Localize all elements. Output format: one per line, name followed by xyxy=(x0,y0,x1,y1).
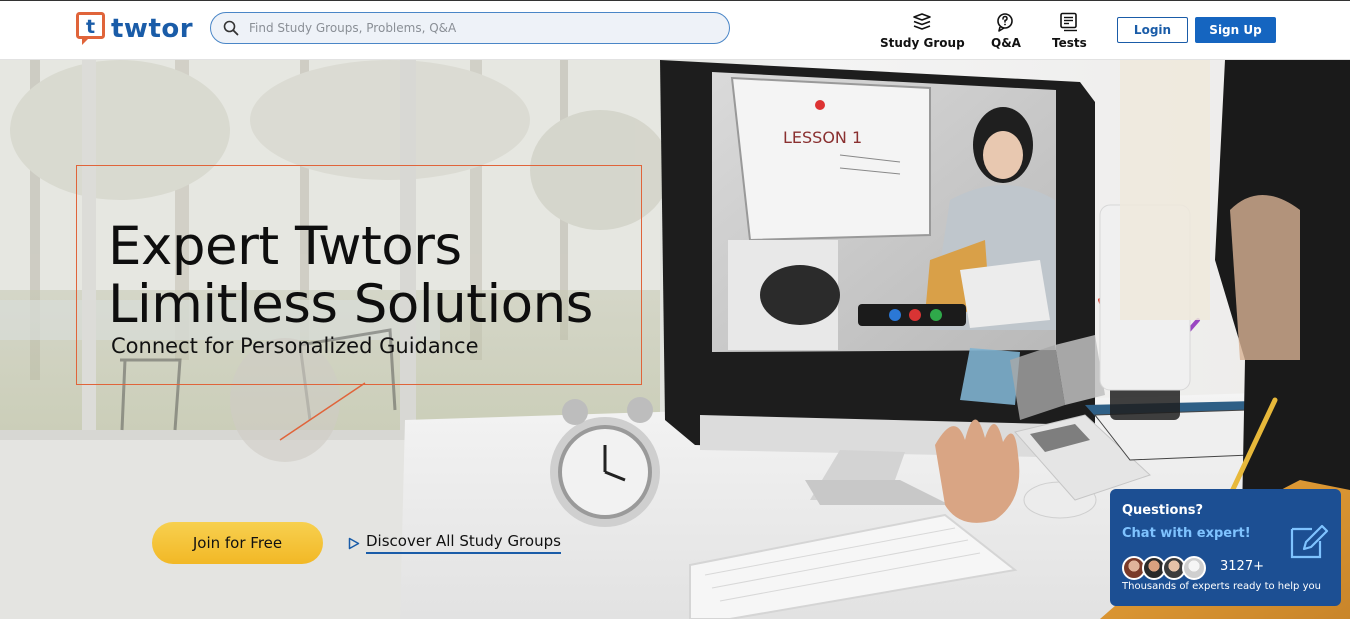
hero-section: LESSON 1 Expert Twtors Limitless Solutio… xyxy=(0,60,1350,619)
chat-question-icon xyxy=(997,13,1013,32)
chat-subtext: Thousands of experts ready to help you xyxy=(1122,581,1321,592)
chat-question: Questions? xyxy=(1122,503,1203,518)
join-for-free-button[interactable]: Join for Free xyxy=(152,522,323,564)
discover-study-groups-link[interactable]: Discover All Study Groups xyxy=(348,532,561,554)
play-triangle-icon xyxy=(348,537,360,549)
nav-label-tests: Tests xyxy=(1052,36,1087,50)
logo[interactable]: t twtor xyxy=(76,12,193,46)
search-bar[interactable] xyxy=(210,12,730,44)
search-icon xyxy=(223,20,239,36)
nav-label-study-group: Study Group xyxy=(880,36,965,50)
headline-line-1: Expert Twtors xyxy=(108,216,462,277)
expert-avatars xyxy=(1122,556,1206,580)
signup-button[interactable]: Sign Up xyxy=(1195,17,1276,43)
login-button[interactable]: Login xyxy=(1117,17,1188,43)
hero-headline: Expert Twtors Limitless Solutions xyxy=(108,218,593,334)
headline-line-2: Limitless Solutions xyxy=(108,274,593,335)
nav-qa[interactable]: Q&A xyxy=(991,12,1021,50)
edit-icon xyxy=(1290,524,1329,559)
discover-label: Discover All Study Groups xyxy=(366,532,561,554)
logo-mark-letter: t xyxy=(86,16,95,38)
stack-icon xyxy=(913,13,932,30)
nav-tests[interactable]: Tests xyxy=(1052,12,1087,50)
test-sheet-icon xyxy=(1060,12,1078,32)
chat-cta[interactable]: Chat with expert! xyxy=(1122,526,1251,541)
avatar xyxy=(1182,556,1206,580)
chat-with-expert-widget[interactable]: Questions? Chat with expert! 3127+ Thous… xyxy=(1110,489,1341,606)
search-input[interactable] xyxy=(249,21,719,35)
site-header: t twtor Study Group Q&A xyxy=(0,0,1350,60)
hero-subheadline: Connect for Personalized Guidance xyxy=(111,334,479,358)
nav-label-qa: Q&A xyxy=(991,36,1021,50)
nav-study-group[interactable]: Study Group xyxy=(880,12,965,50)
screen-lesson-text: LESSON 1 xyxy=(783,128,862,147)
logo-text: twtor xyxy=(111,14,194,44)
logo-icon: t xyxy=(76,12,105,46)
expert-count: 3127+ xyxy=(1220,559,1264,574)
